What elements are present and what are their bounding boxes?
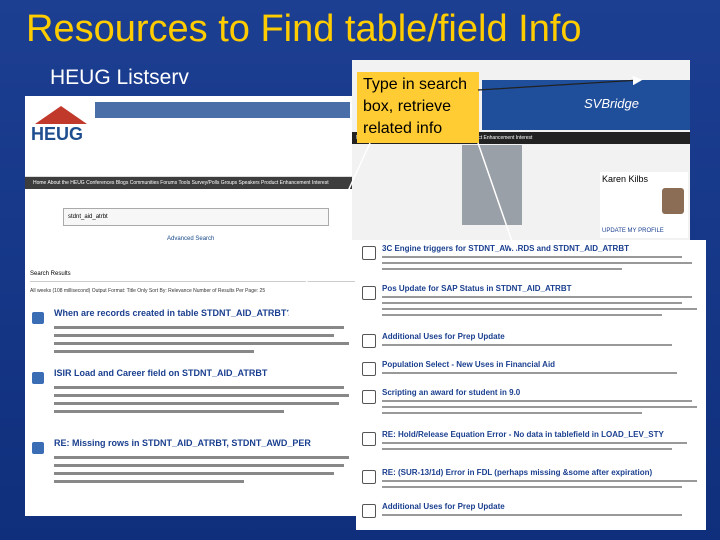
result-snippet — [382, 480, 697, 482]
result-snippet — [54, 480, 244, 483]
result-title[interactable]: When are records created in table STDNT_… — [54, 308, 292, 318]
slide-subtitle: HEUG Listserv — [50, 66, 189, 89]
result-title[interactable]: Additional Uses for Prep Update — [382, 502, 702, 511]
list-item[interactable]: Additional Uses for Prep Update — [356, 502, 706, 526]
result-snippet — [54, 394, 349, 397]
document-icon — [362, 470, 376, 484]
document-icon — [32, 442, 44, 454]
result-snippet — [382, 344, 672, 346]
document-icon — [32, 372, 44, 384]
document-icon — [32, 312, 44, 324]
result-snippet — [54, 386, 344, 389]
result-snippet — [382, 372, 677, 374]
callout-note: Type in search box, retrieve related inf… — [357, 72, 479, 143]
document-icon — [362, 246, 376, 260]
result-snippet — [54, 326, 344, 329]
profile-name: Karen Kilbs — [602, 174, 649, 184]
list-item[interactable]: Additional Uses for Prep Update — [356, 332, 706, 356]
list-item[interactable]: 3C Engine triggers for STDNT_AWARDS and … — [356, 244, 706, 274]
result-snippet — [382, 400, 692, 402]
document-icon — [362, 286, 376, 300]
forum-results-screenshot: 3C Engine triggers for STDNT_AWARDS and … — [356, 240, 706, 530]
result-title[interactable]: 3C Engine triggers for STDNT_AWARDS and … — [382, 244, 702, 253]
result-snippet — [382, 514, 682, 516]
advanced-search-link[interactable]: Advanced Search — [167, 236, 214, 242]
result-snippet — [54, 472, 334, 475]
result-snippet — [382, 442, 687, 444]
logo-text: HEUG — [31, 124, 84, 144]
result-snippet — [382, 406, 697, 408]
list-item[interactable]: Population Select - New Uses in Financia… — [356, 360, 706, 384]
heug-logo: HEUG — [31, 106, 91, 166]
header-banner — [95, 102, 350, 118]
slide-title: Resources to Find table/field Info — [26, 8, 582, 50]
list-item[interactable]: RE: Missing rows in STDNT_AID_ATRBT, STD… — [30, 438, 355, 498]
result-filters[interactable]: All weeks (108 millisecond) Output Forma… — [30, 288, 355, 300]
result-title[interactable]: RE: Hold/Release Equation Error - No dat… — [382, 430, 702, 439]
search-input[interactable]: stdnt_aid_atrbt — [63, 208, 329, 226]
document-icon — [362, 504, 376, 518]
roof-icon — [35, 106, 87, 124]
result-title[interactable]: RE: (SUR-13/1d) Error in FDL (perhaps mi… — [382, 468, 702, 477]
document-icon — [362, 334, 376, 348]
listserv-screenshot: HEUG Home About the HEUG Conferences Blo… — [25, 96, 360, 516]
result-snippet — [54, 456, 349, 459]
result-title[interactable]: Additional Uses for Prep Update — [382, 332, 702, 341]
list-item[interactable]: Scripting an award for student in 9.0 — [356, 388, 706, 424]
result-snippet — [382, 256, 682, 258]
result-snippet — [382, 308, 697, 310]
update-profile-link[interactable]: UPDATE MY PROFILE — [602, 228, 664, 234]
list-item[interactable]: When are records created in table STDNT_… — [30, 308, 355, 368]
result-title[interactable]: RE: Missing rows in STDNT_AID_ATRBT, STD… — [54, 438, 311, 448]
result-snippet — [382, 268, 622, 270]
result-snippet — [54, 342, 349, 345]
result-title[interactable]: Pos Update for SAP Status in STDNT_AID_A… — [382, 284, 702, 293]
result-snippet — [382, 262, 692, 264]
listserv-nav[interactable]: Home About the HEUG Conferences Blogs Co… — [25, 177, 360, 189]
listserv-header: HEUG — [25, 96, 360, 177]
list-item[interactable]: RE: (SUR-13/1d) Error in FDL (perhaps mi… — [356, 468, 706, 498]
result-snippet — [382, 448, 672, 450]
results-label: Search Results — [30, 271, 355, 282]
result-snippet — [54, 410, 284, 413]
result-snippet — [382, 486, 682, 488]
profile-card: Karen Kilbs UPDATE MY PROFILE — [600, 172, 688, 238]
document-icon — [362, 390, 376, 404]
result-title[interactable]: Population Select - New Uses in Financia… — [382, 360, 702, 369]
bridge-logo: SVBridge — [584, 96, 639, 111]
result-snippet — [382, 302, 682, 304]
result-snippet — [382, 296, 692, 298]
result-title[interactable]: ISIR Load and Career field on STDNT_AID_… — [54, 368, 267, 378]
document-icon — [362, 362, 376, 376]
result-snippet — [382, 412, 642, 414]
building-image — [462, 145, 522, 225]
result-title[interactable]: Scripting an award for student in 9.0 — [382, 388, 702, 397]
document-icon — [362, 432, 376, 446]
list-item[interactable]: ISIR Load and Career field on STDNT_AID_… — [30, 368, 355, 428]
list-item[interactable]: Pos Update for SAP Status in STDNT_AID_A… — [356, 284, 706, 324]
result-snippet — [54, 464, 344, 467]
result-snippet — [54, 350, 254, 353]
result-snippet — [382, 314, 662, 316]
list-item[interactable]: RE: Hold/Release Equation Error - No dat… — [356, 430, 706, 466]
result-snippet — [54, 334, 334, 337]
result-snippet — [54, 402, 339, 405]
avatar — [662, 188, 684, 214]
